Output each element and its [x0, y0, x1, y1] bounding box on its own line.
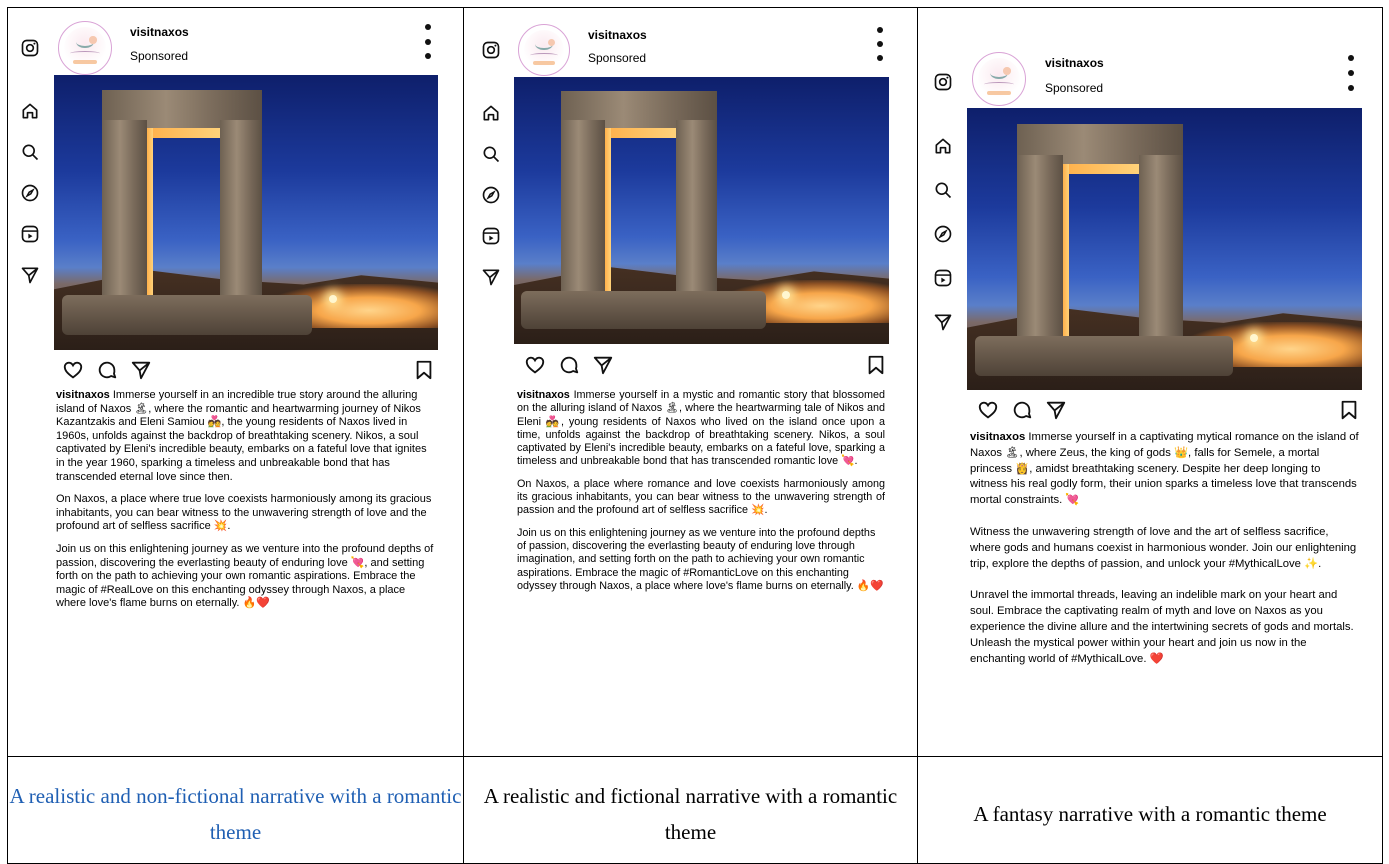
- caption-paragraph: Immerse yourself in an incredible true s…: [56, 389, 427, 483]
- column-divider: [1382, 7, 1383, 864]
- post-caption: visitnaxos Immerse yourself in a captiva…: [970, 430, 1360, 676]
- explore-icon[interactable]: [20, 183, 40, 203]
- caption-username[interactable]: visitnaxos: [970, 431, 1025, 443]
- reels-icon[interactable]: [20, 224, 40, 244]
- caption-paragraph: On Naxos, a place where romance and love…: [517, 477, 885, 517]
- like-heart-icon[interactable]: [977, 399, 999, 421]
- comment-icon[interactable]: [1011, 399, 1033, 421]
- nav-rail: [481, 40, 501, 287]
- caption-paragraph: On Naxos, a place where true love coexis…: [56, 493, 432, 533]
- search-icon[interactable]: [481, 144, 501, 164]
- profile-avatar[interactable]: [972, 52, 1026, 106]
- direct-message-icon[interactable]: [933, 312, 953, 332]
- sponsored-label: Sponsored: [1045, 81, 1104, 95]
- post-caption: visitnaxos Immerse yourself in a mystic …: [517, 389, 885, 602]
- nav-rail: [20, 38, 40, 285]
- more-options-icon[interactable]: [425, 24, 431, 59]
- like-heart-icon[interactable]: [524, 354, 546, 376]
- profile-avatar[interactable]: [518, 24, 570, 76]
- caption-paragraph: Join us on this enlightening journey as …: [56, 542, 434, 610]
- column-divider: [463, 7, 464, 864]
- post-action-bar: [62, 359, 434, 381]
- reels-icon[interactable]: [481, 226, 501, 246]
- sponsored-label: Sponsored: [588, 51, 647, 65]
- narrative-type-label: A fantasy narrative with a romantic them…: [973, 801, 1327, 826]
- caption-paragraph: Witness the unwavering strength of love …: [970, 525, 1357, 570]
- search-icon[interactable]: [20, 142, 40, 162]
- share-icon[interactable]: [1045, 399, 1067, 421]
- column-divider: [917, 7, 918, 864]
- username[interactable]: visitnaxos: [588, 28, 647, 42]
- caption-paragraph: Immerse yourself in a captivating mytica…: [970, 431, 1359, 507]
- more-options-icon[interactable]: [877, 27, 883, 61]
- post-photo-portara-gate: [514, 77, 889, 344]
- caption-paragraph: Unravel the immortal threads, leaving an…: [970, 589, 1354, 665]
- instagram-icon[interactable]: [933, 72, 953, 92]
- profile-avatar[interactable]: [58, 21, 112, 75]
- comment-icon[interactable]: [96, 359, 118, 381]
- username[interactable]: visitnaxos: [130, 25, 189, 39]
- search-icon[interactable]: [933, 180, 953, 200]
- post-caption: visitnaxos Immerse yourself in an incred…: [56, 389, 436, 620]
- comment-icon[interactable]: [558, 354, 580, 376]
- instagram-icon[interactable]: [481, 40, 501, 60]
- post-photo-portara-gate: [967, 108, 1362, 390]
- share-icon[interactable]: [130, 359, 152, 381]
- home-icon[interactable]: [933, 136, 953, 156]
- share-icon[interactable]: [592, 354, 614, 376]
- reels-icon[interactable]: [933, 268, 953, 288]
- caption-username[interactable]: visitnaxos: [56, 389, 110, 401]
- post-action-bar: [977, 399, 1359, 421]
- home-icon[interactable]: [20, 101, 40, 121]
- bookmark-icon[interactable]: [1339, 399, 1359, 421]
- explore-icon[interactable]: [933, 224, 953, 244]
- caption-paragraph: Join us on this enlightening journey as …: [517, 526, 884, 592]
- bookmark-icon[interactable]: [414, 359, 434, 381]
- row-divider: [7, 756, 1382, 757]
- like-heart-icon[interactable]: [62, 359, 84, 381]
- post-photo-portara-gate: [54, 75, 438, 350]
- nav-rail: [933, 72, 953, 332]
- narrative-type-label: A realistic and non-fictional narrative …: [9, 783, 462, 844]
- instagram-icon[interactable]: [20, 38, 40, 58]
- home-icon[interactable]: [481, 103, 501, 123]
- narrative-type-label: A realistic and fictional narrative with…: [483, 783, 898, 844]
- post-action-bar: [524, 354, 886, 376]
- bookmark-icon[interactable]: [866, 354, 886, 376]
- sponsored-label: Sponsored: [130, 49, 189, 63]
- direct-message-icon[interactable]: [20, 265, 40, 285]
- more-options-icon[interactable]: [1348, 55, 1354, 91]
- direct-message-icon[interactable]: [481, 267, 501, 287]
- explore-icon[interactable]: [481, 185, 501, 205]
- username[interactable]: visitnaxos: [1045, 56, 1104, 70]
- caption-username[interactable]: visitnaxos: [517, 389, 570, 401]
- caption-paragraph: Immerse yourself in a mystic and romanti…: [517, 389, 886, 468]
